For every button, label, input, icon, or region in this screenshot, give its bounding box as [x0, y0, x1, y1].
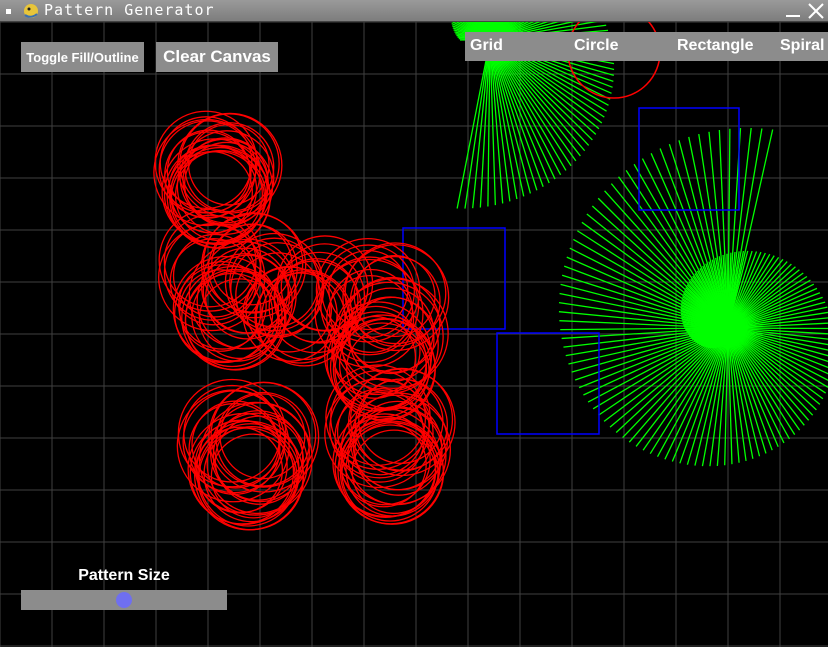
shape-toolbar: Grid Circle Rectangle Spiral — [465, 32, 828, 61]
tool-grid[interactable]: Grid — [470, 32, 503, 61]
pattern-size-label: Pattern Size — [78, 567, 170, 584]
slider-knob[interactable] — [116, 592, 132, 608]
window-menu-icon[interactable] — [6, 9, 11, 14]
title-bar: Pattern Generator — [0, 0, 828, 22]
drawn-shapes — [153, 22, 828, 531]
tool-rectangle[interactable]: Rectangle — [677, 32, 753, 61]
drawing-canvas[interactable] — [0, 22, 828, 647]
toggle-fill-outline-button[interactable]: Toggle Fill/Outline — [21, 42, 144, 72]
snake-app-icon — [24, 4, 38, 18]
tool-circle[interactable]: Circle — [574, 32, 618, 61]
window-title: Pattern Generator — [44, 1, 215, 19]
pattern-size-slider[interactable] — [21, 590, 227, 610]
rectangle-shape — [496, 332, 600, 435]
close-icon[interactable] — [806, 1, 826, 21]
circle-cluster-right-lower — [324, 364, 456, 525]
circle-cluster-bottom — [176, 378, 320, 531]
clear-canvas-button[interactable]: Clear Canvas — [156, 42, 278, 72]
tool-spiral[interactable]: Spiral — [780, 32, 824, 61]
minimize-icon[interactable] — [786, 15, 800, 17]
